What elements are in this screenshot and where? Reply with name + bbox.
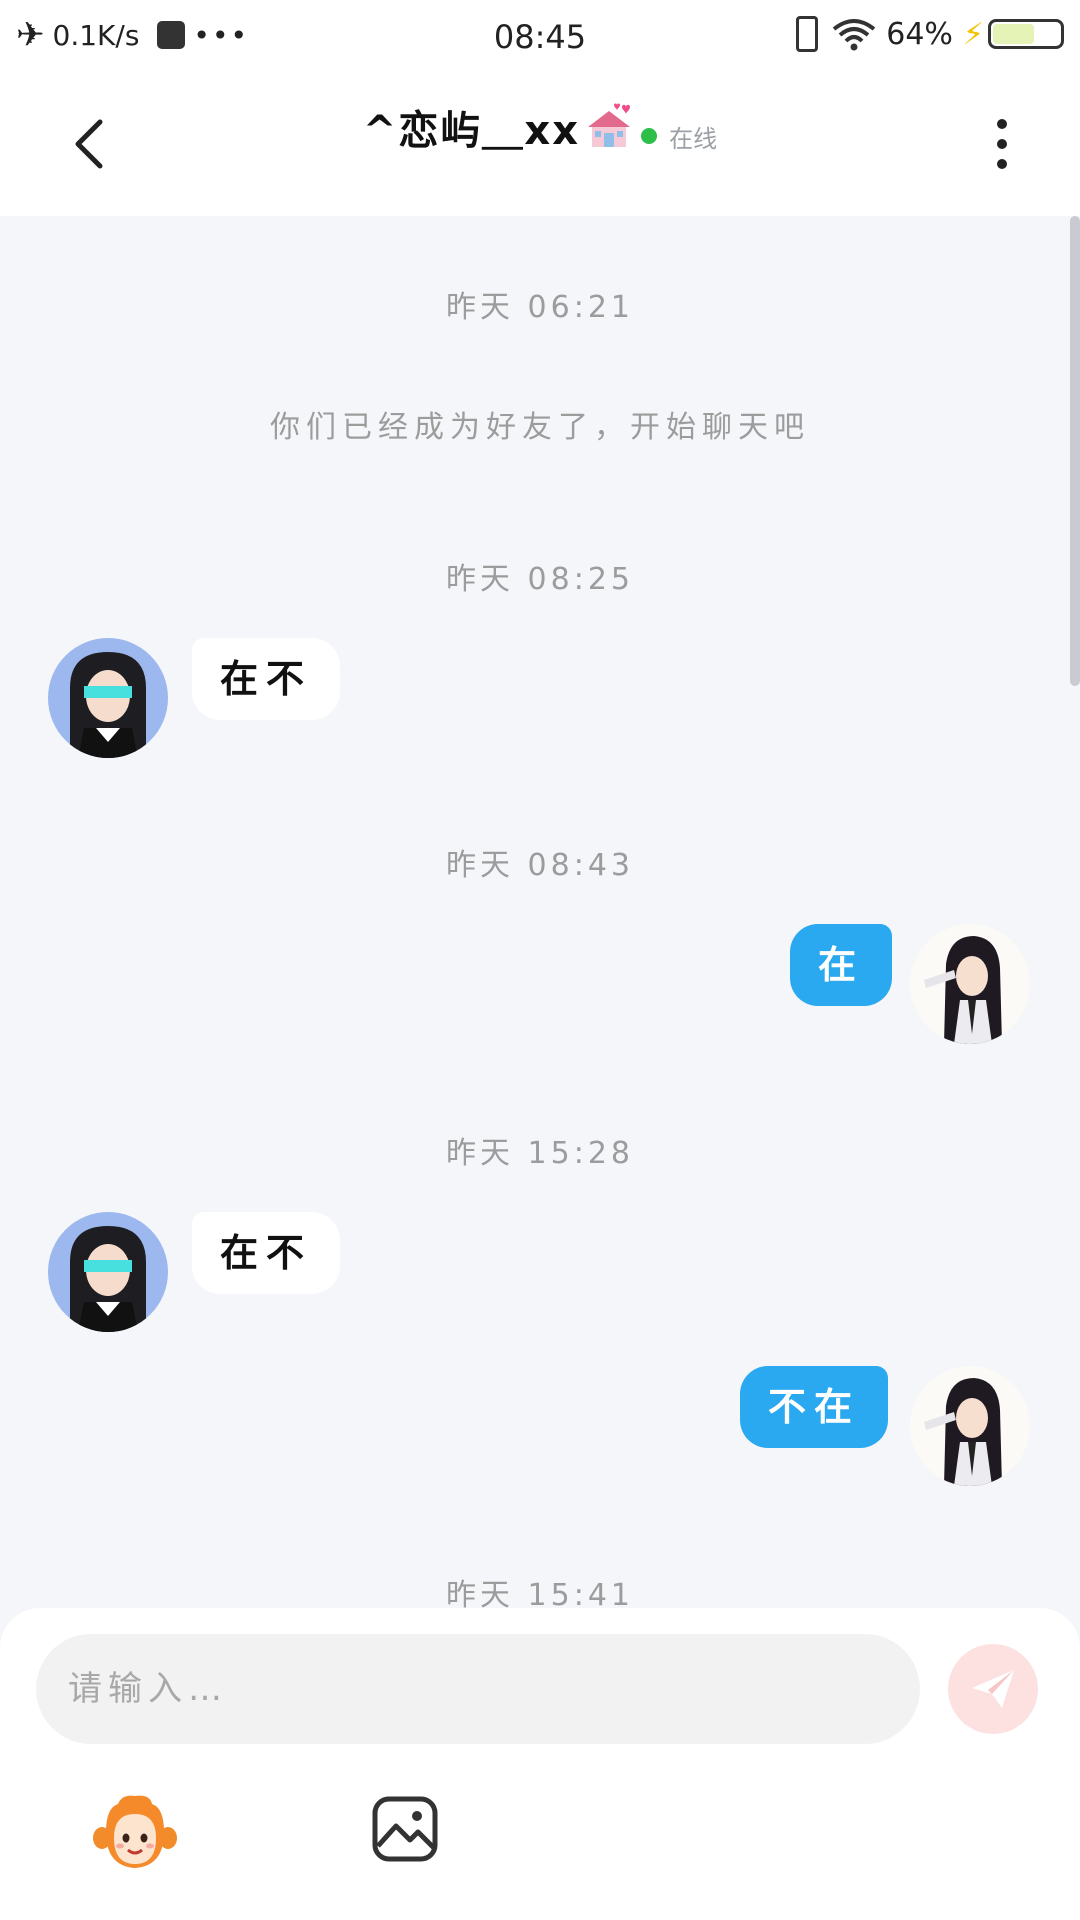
my-avatar-image xyxy=(910,924,1030,1044)
send-icon xyxy=(972,1670,1014,1708)
chat-title-row: ^恋屿＿xx xyxy=(363,98,636,156)
emoji-button[interactable] xyxy=(92,1792,178,1872)
online-status: 在线 xyxy=(641,119,717,154)
contact-avatar-image xyxy=(48,1212,168,1332)
system-message: 你们已经成为好友了，开始聊天吧 xyxy=(270,410,810,445)
my-avatar[interactable] xyxy=(910,1366,1030,1486)
vibrate-icon xyxy=(796,16,819,52)
contact-avatar[interactable] xyxy=(48,1212,168,1332)
message-timestamp: 昨天 06:21 xyxy=(446,290,634,325)
wifi-icon xyxy=(832,19,876,51)
charging-icon: ⚡ xyxy=(962,16,984,52)
contact-avatar[interactable] xyxy=(48,638,168,758)
monkey-emoji-icon xyxy=(93,1795,177,1868)
incoming-message-bubble[interactable]: 在不 xyxy=(192,1212,341,1294)
online-dot-icon xyxy=(641,128,658,144)
status-right: 64% ⚡ xyxy=(796,16,1064,52)
image-icon xyxy=(372,1796,438,1862)
send-button[interactable] xyxy=(948,1644,1038,1734)
chat-title: ^恋屿＿xx xyxy=(362,108,581,154)
outgoing-message-bubble[interactable]: 不在 xyxy=(740,1366,889,1448)
online-status-label: 在线 xyxy=(669,124,718,153)
message-timestamp: 昨天 08:43 xyxy=(446,848,634,883)
more-options-button[interactable] xyxy=(972,114,1032,174)
message-input[interactable] xyxy=(36,1634,920,1744)
composer xyxy=(0,1608,1080,1920)
my-avatar[interactable] xyxy=(910,924,1030,1044)
image-button[interactable] xyxy=(372,1796,438,1862)
contact-avatar-image xyxy=(48,638,168,758)
battery-percent: 64% xyxy=(886,16,953,52)
my-avatar-image xyxy=(910,1366,1030,1486)
battery-icon xyxy=(988,19,1064,49)
message-timestamp: 昨天 08:25 xyxy=(446,562,634,597)
status-bar: ✈ 0.1K/s ••• 08:45 64% ⚡ xyxy=(0,0,1080,74)
message-timestamp: 昨天 15:28 xyxy=(446,1136,634,1171)
incoming-message-bubble[interactable]: 在不 xyxy=(192,638,341,720)
chat-header: ^恋屿＿xx 在线 xyxy=(0,74,1080,216)
title-area: ^恋屿＿xx 在线 xyxy=(0,98,1080,156)
outgoing-message-bubble[interactable]: 在 xyxy=(790,924,893,1006)
house-with-hearts-icon xyxy=(588,103,631,147)
